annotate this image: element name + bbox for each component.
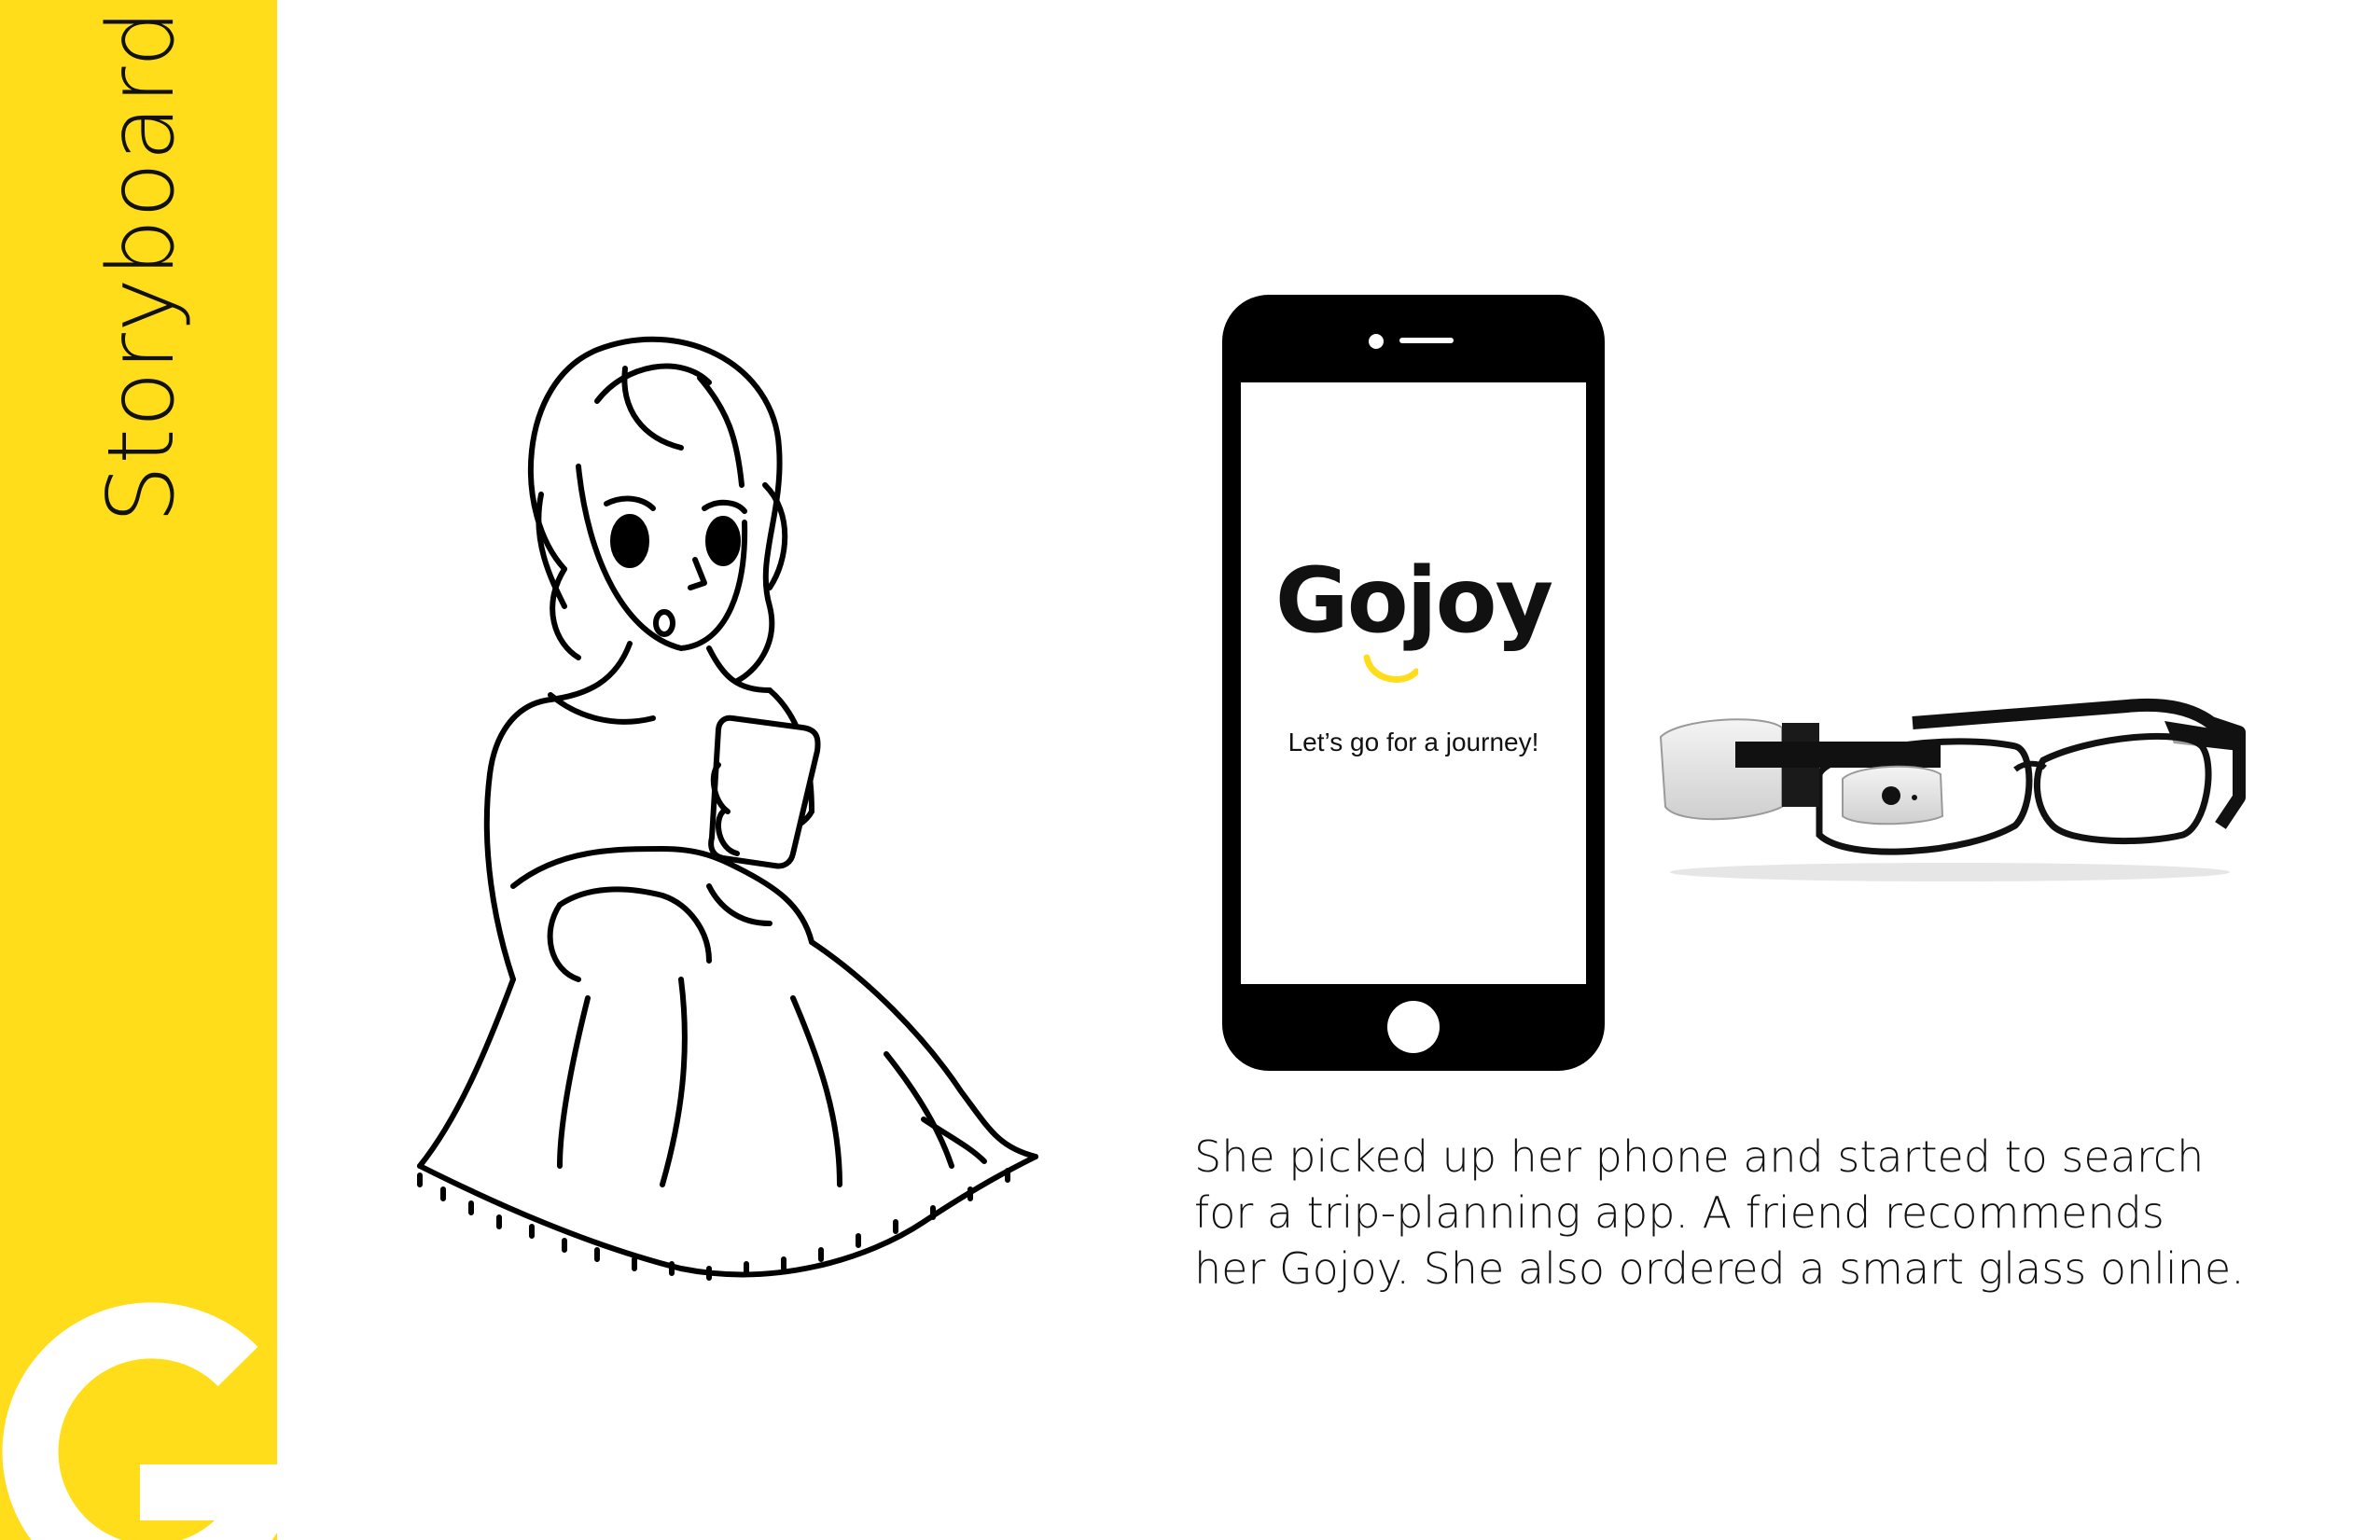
sidebar: Storyboard — [0, 0, 277, 1540]
sidebar-title: Storyboard — [89, 8, 195, 523]
phone-screen: Gojoy Let’s go for a journey! — [1241, 382, 1586, 984]
app-tagline: Let’s go for a journey! — [1287, 728, 1539, 756]
woman-with-phone-illustration — [417, 336, 1038, 1281]
gojoy-g-logo-icon — [2, 1302, 277, 1540]
smile-icon — [1363, 654, 1418, 683]
caption-line: her Gojoy. She also ordered a smart glas… — [1194, 1243, 2245, 1294]
caption-line: She picked up her phone and started to s… — [1194, 1131, 2205, 1182]
smart-glass-image — [1659, 698, 2246, 881]
app-logo-text: Gojoy — [1274, 548, 1553, 653]
story-caption: She picked up her phone and started to s… — [1194, 1129, 2267, 1297]
caption-line: for a trip-planning app. A friend recomm… — [1194, 1187, 2164, 1238]
